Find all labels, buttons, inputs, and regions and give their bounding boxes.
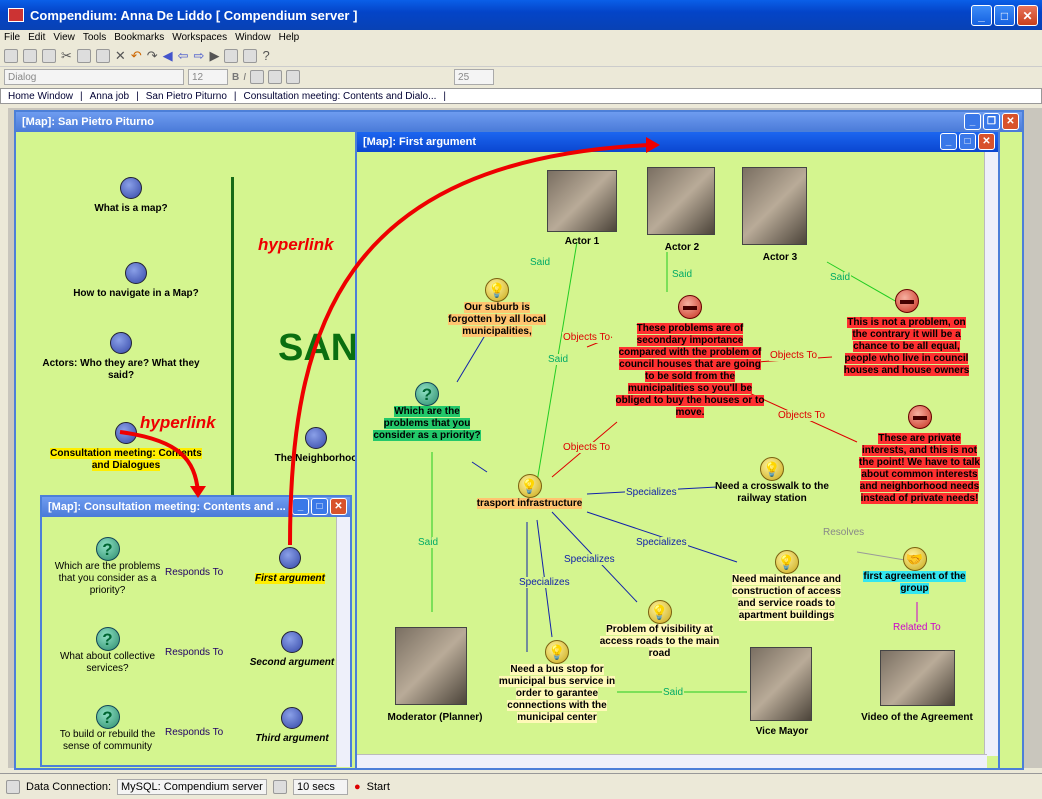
connection-label: Data Connection: (26, 780, 111, 793)
interval-select[interactable]: 10 secs (293, 778, 348, 795)
database-icon (6, 779, 20, 794)
status-bar: Data Connection: MySQL: Compendium serve… (0, 773, 1042, 799)
hyperlink-annotation: hyperlink (140, 413, 216, 432)
hyperlink-annotation: hyperlink (258, 235, 334, 254)
start-button[interactable]: Start (367, 781, 390, 793)
record-icon: ● (354, 780, 361, 793)
hyperlink-arrows (119, 137, 660, 546)
refresh-icon[interactable] (273, 779, 287, 794)
connection-select[interactable]: MySQL: Compendium server (117, 778, 267, 795)
